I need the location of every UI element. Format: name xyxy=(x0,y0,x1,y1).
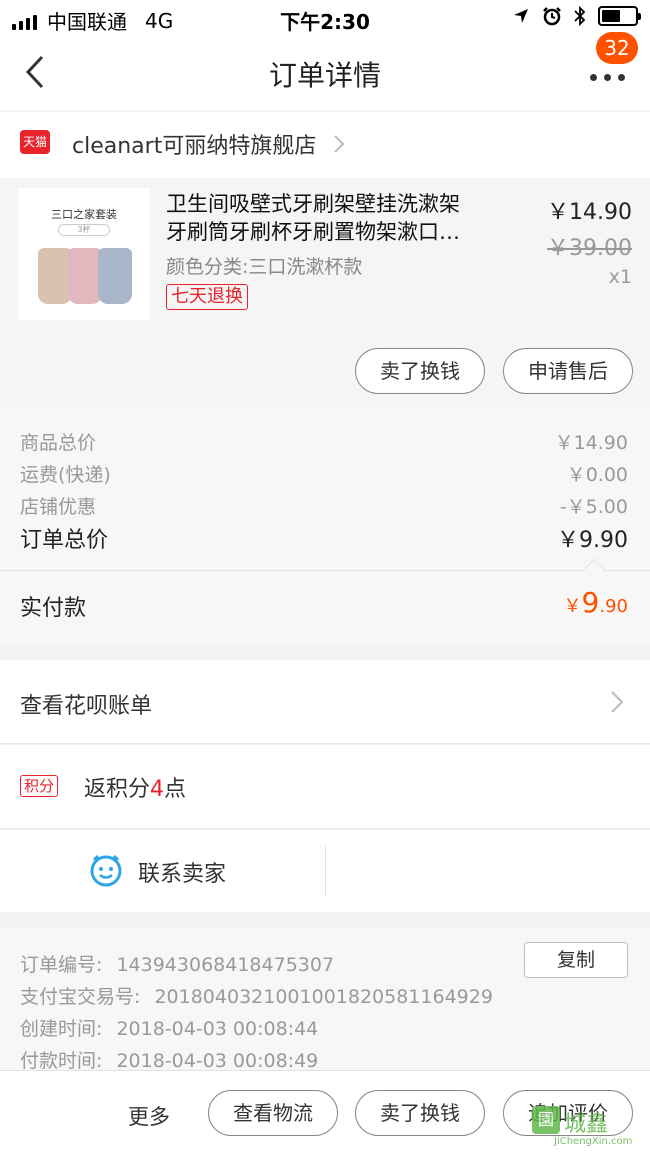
watermark-logo-icon: 園 xyxy=(532,1106,560,1134)
watermark-name: 城鑫 xyxy=(564,1112,609,1137)
paid-amount: ￥9.90 xyxy=(564,586,628,619)
divider xyxy=(0,570,650,571)
watermark-url: JiChengXin.com xyxy=(554,1136,633,1147)
product-name: 卫生间吸壁式牙刷架壁挂洗漱架 牙刷筒牙刷杯牙刷置物架漱口… xyxy=(166,190,506,246)
more-menu-icon[interactable] xyxy=(586,64,630,94)
points-text: 返积分4点 xyxy=(84,771,186,803)
nav-bar: 订单详情 32 xyxy=(0,32,650,110)
summary-row: 店铺优惠 -￥5.00 xyxy=(20,492,628,519)
bluetooth-icon xyxy=(574,6,586,26)
huabei-bill-row[interactable]: 查看花呗账单 xyxy=(0,660,650,744)
site-watermark: 園 城鑫 JiChengXin.com xyxy=(532,1104,642,1150)
summary-row: 运费(快递) ￥0.00 xyxy=(20,460,628,487)
summary-value: ￥14.90 xyxy=(554,432,628,454)
points-prefix: 返积分 xyxy=(84,777,151,802)
product-original-price: ￥39.00 xyxy=(547,236,632,261)
return-policy-badge: 七天退换 xyxy=(166,284,248,310)
alarm-icon xyxy=(543,7,561,26)
view-logistics-button[interactable]: 查看物流 xyxy=(208,1090,338,1136)
page-title: 订单详情 xyxy=(268,59,381,92)
chevron-right-icon xyxy=(611,691,624,713)
copy-button[interactable]: 复制 xyxy=(524,942,628,978)
chevron-right-icon xyxy=(334,135,345,153)
points-badge: 积分 xyxy=(20,775,59,797)
order-info: 订单编号: 143943068418475307 复制 支付宝交易号: 2018… xyxy=(0,928,650,1073)
summary-label: 店铺优惠 xyxy=(20,496,97,518)
points-suffix: 点 xyxy=(164,777,187,802)
divider xyxy=(325,846,326,896)
paid-time-row: 付款时间: 2018-04-03 00:08:49 xyxy=(20,1046,318,1073)
summary-value: -￥5.00 xyxy=(559,496,628,518)
created-time-label: 创建时间: xyxy=(20,1018,103,1040)
chat-smile-icon[interactable] xyxy=(88,852,124,888)
summary-value: ￥0.00 xyxy=(566,464,628,486)
product-image: 三口之家套装 3杯 xyxy=(18,188,150,320)
summary-label: 商品总价 xyxy=(20,432,97,454)
points-row: 积分 返积分4点 xyxy=(0,745,650,829)
sell-button[interactable]: 卖了换钱 xyxy=(355,348,485,394)
product-image-title: 三口之家套装 xyxy=(51,208,117,221)
after-sale-button[interactable]: 申请售后 xyxy=(503,348,633,394)
product-name-line-1: 卫生间吸壁式牙刷架壁挂洗漱架 xyxy=(166,192,460,216)
message-badge: 32 xyxy=(596,32,638,64)
created-time-row: 创建时间: 2018-04-03 00:08:44 xyxy=(20,1014,318,1041)
summary-row: 商品总价 ￥14.90 xyxy=(20,428,628,455)
status-bar: 中国联通 4G 下午2:30 xyxy=(0,0,650,36)
order-number-label: 订单编号: xyxy=(20,954,103,976)
location-icon xyxy=(514,9,528,23)
order-number-row: 订单编号: 143943068418475307 xyxy=(20,950,334,977)
contact-row: 联系卖家 xyxy=(0,830,650,912)
paid-label: 实付款 xyxy=(20,596,87,621)
more-button[interactable]: 更多 xyxy=(128,1101,170,1131)
product-card[interactable]: 三口之家套装 3杯 卫生间吸壁式牙刷架壁挂洗漱架 牙刷筒牙刷杯牙刷置物架漱口… … xyxy=(0,180,650,408)
created-time: 2018-04-03 00:08:44 xyxy=(116,1018,319,1040)
store-name: cleanart可丽纳特旗舰店 xyxy=(72,134,317,159)
paid-currency: ￥ xyxy=(563,596,582,617)
product-quantity: x1 xyxy=(608,266,632,288)
contact-seller-button[interactable]: 联系卖家 xyxy=(138,856,226,888)
sell-button[interactable]: 卖了换钱 xyxy=(355,1090,485,1136)
product-image-subtitle: 3杯 xyxy=(58,224,110,236)
store-row[interactable]: 天猫 cleanart可丽纳特旗舰店 xyxy=(0,112,650,178)
caret-up-icon xyxy=(582,558,606,582)
price-summary: 商品总价 ￥14.90 运费(快递) ￥0.00 店铺优惠 -￥5.00 订单总… xyxy=(0,408,650,644)
order-total-value: ￥9.90 xyxy=(557,528,628,553)
battery-icon xyxy=(598,6,641,26)
alipay-number-label: 支付宝交易号: xyxy=(20,986,141,1008)
order-number: 143943068418475307 xyxy=(116,954,335,976)
order-total-label: 订单总价 xyxy=(20,528,109,553)
huabei-bill-label: 查看花呗账单 xyxy=(20,694,153,719)
product-sku: 颜色分类:三口洗漱杯款 xyxy=(166,256,363,278)
paid-decimal: .90 xyxy=(599,596,628,617)
summary-label: 运费(快递) xyxy=(20,464,111,486)
points-number: 4 xyxy=(150,777,165,802)
product-name-line-2: 牙刷筒牙刷杯牙刷置物架漱口… xyxy=(166,220,460,244)
product-price: ￥14.90 xyxy=(547,200,632,225)
tmall-logo-icon: 天猫 xyxy=(20,130,50,154)
paid-time: 2018-04-03 00:08:49 xyxy=(116,1050,319,1072)
paid-integer: 9 xyxy=(581,586,600,619)
paid-time-label: 付款时间: xyxy=(20,1050,103,1072)
alipay-number: 2018040321001001820581164929 xyxy=(154,986,493,1008)
order-total-row: 订单总价 ￥9.90 xyxy=(20,522,628,554)
alipay-number-row: 支付宝交易号: 2018040321001001820581164929 xyxy=(20,982,493,1009)
